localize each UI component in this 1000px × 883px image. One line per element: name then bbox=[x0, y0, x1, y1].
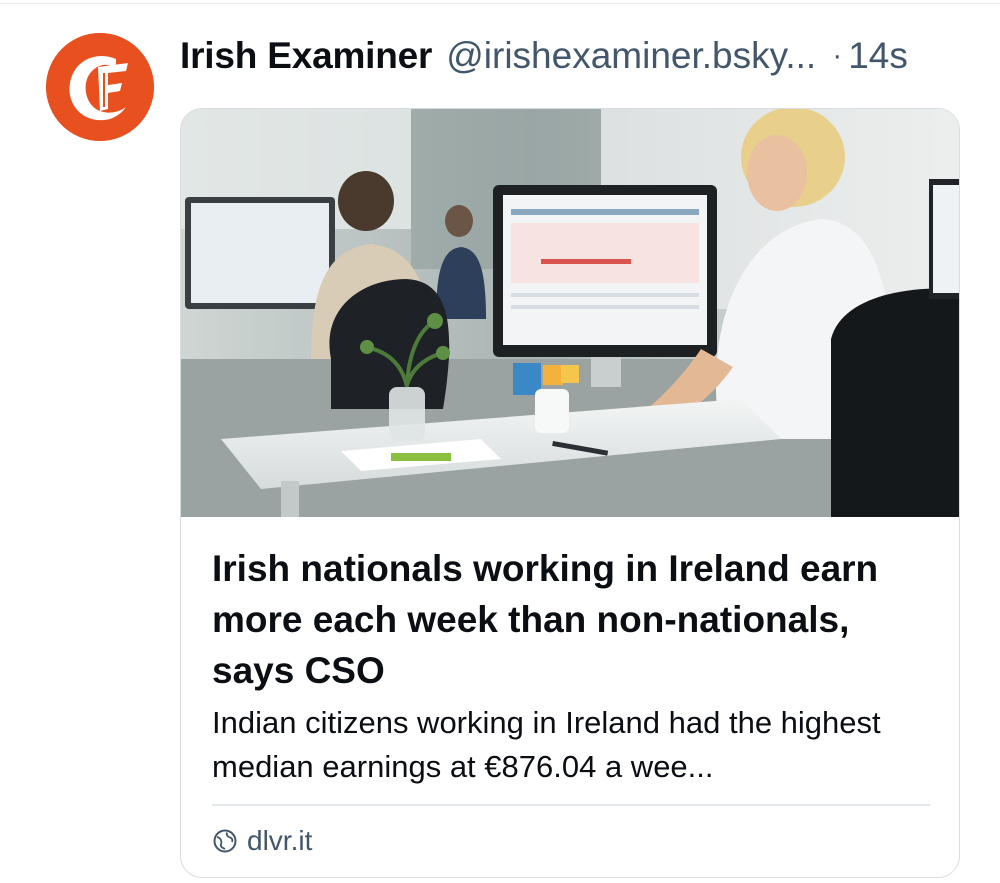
globe-icon bbox=[212, 828, 238, 854]
link-preview-card[interactable]: Irish nationals working in Ireland earn … bbox=[180, 108, 960, 878]
author-name[interactable]: Irish Examiner bbox=[180, 30, 432, 82]
author-avatar[interactable] bbox=[46, 33, 154, 141]
post-timestamp[interactable]: 14s bbox=[848, 30, 908, 82]
author-handle[interactable]: @irishexaminer.bsky... bbox=[446, 30, 816, 82]
card-domain[interactable]: dlvr.it bbox=[247, 825, 312, 857]
irish-examiner-logo-icon bbox=[46, 33, 154, 141]
card-divider bbox=[212, 804, 930, 806]
card-description: Indian citizens working in Ireland had t… bbox=[212, 705, 881, 784]
office-workers-photo-icon bbox=[181, 109, 959, 517]
top-divider bbox=[0, 3, 1000, 4]
card-image[interactable] bbox=[181, 109, 959, 517]
separator-dot: · bbox=[832, 39, 843, 72]
card-footer: dlvr.it bbox=[212, 819, 312, 863]
post-header: Irish Examiner @irishexaminer.bsky... · … bbox=[180, 30, 970, 82]
card-title[interactable]: Irish nationals working in Ireland earn … bbox=[212, 543, 932, 696]
